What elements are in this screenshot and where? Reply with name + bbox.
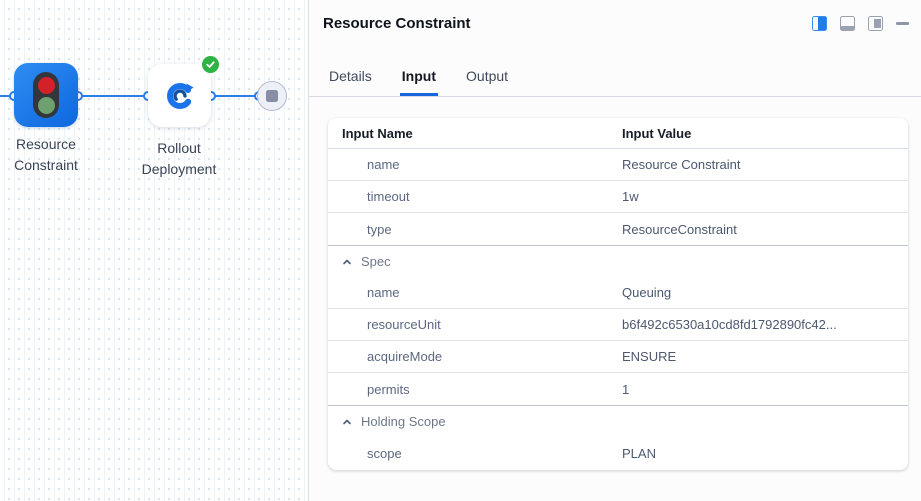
section-label: Spec xyxy=(361,254,391,269)
table-row: timeout 1w xyxy=(328,181,908,213)
column-header-input-value: Input Value xyxy=(622,126,908,141)
tab-output[interactable]: Output xyxy=(464,63,510,96)
app-window: Resource Constraint Rollout Deployment R… xyxy=(0,0,921,501)
table-row: name Queuing xyxy=(328,277,908,309)
node-label-rollout-deployment: Rollout Deployment xyxy=(119,138,239,180)
table-row: scope PLAN xyxy=(328,437,908,469)
tab-input[interactable]: Input xyxy=(400,63,438,96)
dock-right-icon[interactable] xyxy=(812,16,827,31)
table-row: name Resource Constraint xyxy=(328,149,908,181)
section-label: Holding Scope xyxy=(361,414,446,429)
node-label-resource-constraint: Resource Constraint xyxy=(0,134,96,176)
table-row: permits 1 xyxy=(328,373,908,405)
node-resource-constraint[interactable] xyxy=(14,63,78,127)
stop-square-icon xyxy=(266,90,278,102)
table-header: Input Name Input Value xyxy=(328,118,908,149)
section-row-holding-scope[interactable]: Holding Scope xyxy=(328,405,908,437)
details-panel: Resource Constraint Details Input Output… xyxy=(308,0,921,501)
node-rollout-deployment[interactable] xyxy=(148,64,211,127)
input-table-card: Input Name Input Value name Resource Con… xyxy=(328,118,908,470)
rollout-icon xyxy=(164,80,196,112)
panel-title: Resource Constraint xyxy=(323,15,471,32)
panel-window-controls xyxy=(812,16,909,31)
traffic-light-icon xyxy=(33,72,59,118)
dock-bottom-icon[interactable] xyxy=(840,16,855,31)
column-header-input-name: Input Name xyxy=(328,126,622,141)
dock-float-icon[interactable] xyxy=(868,16,883,31)
chevron-up-icon xyxy=(342,257,352,267)
chevron-up-icon xyxy=(342,417,352,427)
traffic-light-green xyxy=(38,97,55,114)
tab-details[interactable]: Details xyxy=(327,63,374,96)
tab-bar: Details Input Output xyxy=(309,63,921,97)
section-row-spec[interactable]: Spec xyxy=(328,245,908,277)
workflow-canvas[interactable]: Resource Constraint Rollout Deployment xyxy=(0,0,308,501)
traffic-light-red xyxy=(38,77,55,94)
node-end[interactable] xyxy=(257,81,287,111)
table-row: acquireMode ENSURE xyxy=(328,341,908,373)
table-row: resourceUnit b6f492c6530a10cd8fd1792890f… xyxy=(328,309,908,341)
minimize-icon[interactable] xyxy=(896,22,909,25)
table-row: type ResourceConstraint xyxy=(328,213,908,245)
check-badge-icon xyxy=(200,54,221,75)
